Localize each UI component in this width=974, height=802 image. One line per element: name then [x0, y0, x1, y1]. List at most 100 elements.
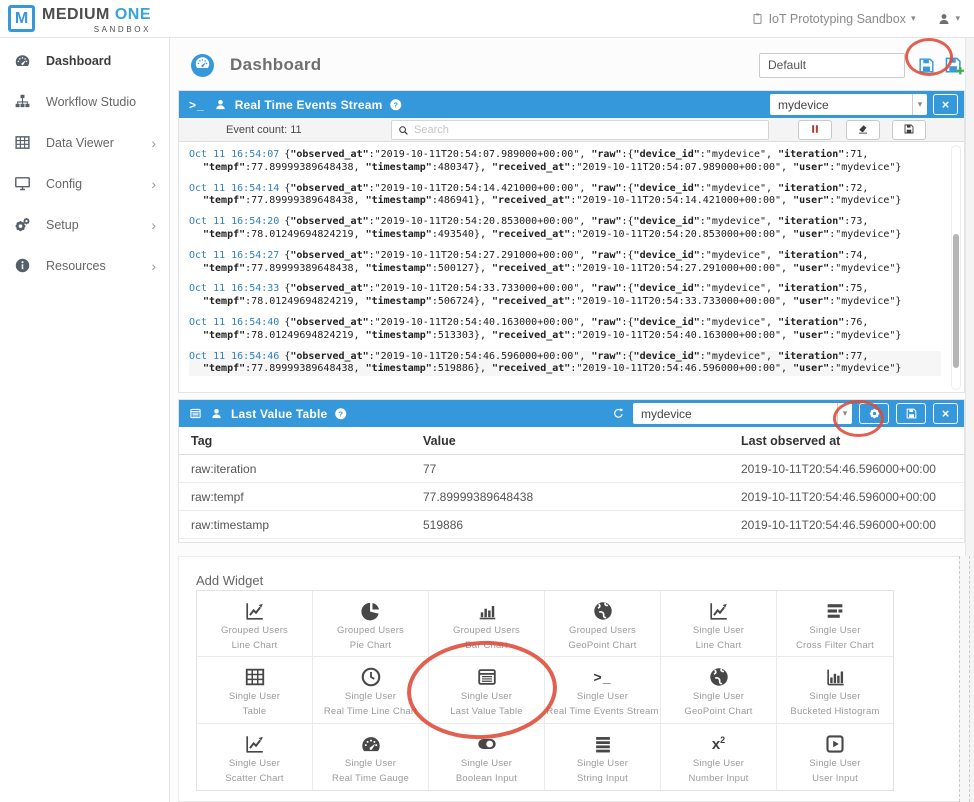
widget-cell-single-user-table[interactable]: Single User Table — [197, 657, 313, 723]
refresh-icon[interactable] — [612, 407, 625, 420]
pause-stream-button[interactable] — [798, 120, 832, 140]
widget-cell-single-user-real-time-gauge[interactable]: Single User Real Time Gauge — [313, 724, 429, 790]
monitor-icon — [14, 175, 32, 192]
brand-logo[interactable]: M MEDIUM ONE SANDBOX — [8, 3, 151, 34]
table-row: raw:tempf 77.89999389648438 2019-10-11T2… — [179, 483, 964, 511]
widget-cell-grouped-users-pie-chart[interactable]: Grouped Users Pie Chart — [313, 591, 429, 657]
last-value-save-button[interactable] — [896, 403, 926, 424]
org-selector-label: IoT Prototyping Sandbox — [769, 12, 906, 26]
column-header-tag: Tag — [191, 434, 423, 448]
widget-cell-group: Single User — [693, 625, 744, 636]
widget-cell-single-user-scatter-chart[interactable]: Single User Scatter Chart — [197, 724, 313, 790]
sidebar-item-label: Workflow Studio — [46, 95, 136, 109]
gauge-icon — [360, 732, 382, 756]
log-scrollbar-track[interactable] — [951, 145, 961, 390]
widget-cell-group: Single User — [229, 691, 280, 702]
widget-cell-name: Real Time Gauge — [332, 773, 409, 784]
last-value-close-button[interactable]: × — [933, 403, 958, 424]
terminal-icon: >_ — [189, 98, 205, 112]
stream-device-select[interactable]: mydevice ▾ — [770, 94, 927, 115]
widget-cell-name: User Input — [812, 773, 858, 784]
play-box-icon — [824, 732, 846, 756]
event-log-entry: Oct 11 16:54:46{"observed_at":"2019-10-1… — [189, 351, 941, 377]
info-icon — [14, 257, 32, 274]
add-widget-title: Add Widget — [196, 573, 263, 588]
widget-cell-single-user-boolean-input[interactable]: Single User Boolean Input — [429, 724, 545, 790]
last-value-device-select[interactable]: mydevice ▾ — [633, 403, 852, 424]
line-chart-icon — [244, 599, 266, 623]
widget-cell-single-user-string-input[interactable]: Single User String Input — [545, 724, 661, 790]
event-timestamp: Oct 11 16:54:27 — [189, 250, 279, 261]
save-as-new-dashboard-button[interactable] — [943, 55, 965, 76]
caret-down-icon: ▾ — [955, 14, 960, 23]
dashboard-name-input[interactable] — [759, 53, 905, 78]
line-chart-icon — [708, 599, 730, 623]
widget-cell-group: Single User — [461, 758, 512, 769]
widget-cell-group: Single User — [577, 691, 628, 702]
clear-stream-button[interactable] — [846, 120, 880, 140]
medium-one-dashboard-page: M MEDIUM ONE SANDBOX IoT Prototyping San… — [0, 0, 974, 802]
sidebar-item-resources[interactable]: Resources › — [0, 245, 169, 286]
logo-m-icon: M — [8, 5, 35, 32]
caret-down-icon: ▾ — [911, 14, 916, 23]
widget-cell-single-user-real-time-events-stream[interactable]: >_ Single User Real Time Events Stream — [545, 657, 661, 723]
dashed-drop-zone — [959, 556, 970, 802]
event-log-entry: Oct 11 16:54:20{"observed_at":"2019-10-1… — [189, 216, 941, 242]
widget-cell-single-user-real-time-line-chart[interactable]: Single User Real Time Line Chart — [313, 657, 429, 723]
gears-icon — [14, 216, 32, 233]
widget-cell-single-user-number-input[interactable]: x2 Single User Number Input — [661, 724, 777, 790]
sidebar-item-label: Setup — [46, 218, 79, 232]
save-dashboard-button[interactable] — [917, 56, 936, 75]
widget-cell-grouped-users-line-chart[interactable]: Grouped Users Line Chart — [197, 591, 313, 657]
user-icon — [937, 12, 951, 26]
stream-toolbar: Event count: 11 — [179, 118, 964, 142]
table-row: raw:timestamp 519886 2019-10-11T20:54:46… — [179, 511, 964, 539]
save-icon — [917, 56, 936, 75]
event-timestamp: Oct 11 16:54:33 — [189, 283, 279, 294]
widget-cell-single-user-bucketed-histogram[interactable]: Single User Bucketed Histogram — [777, 657, 893, 723]
event-log-entry: Oct 11 16:54:14{"observed_at":"2019-10-1… — [189, 183, 941, 209]
globe-icon — [708, 665, 730, 689]
widget-cell-group: Single User — [345, 691, 396, 702]
help-icon[interactable]: ? — [389, 98, 403, 112]
caret-down-icon: ▾ — [837, 403, 852, 424]
add-widget-panel: Add Widget Grouped Users Line Chart Grou… — [178, 556, 965, 802]
widget-cell-name: Boolean Input — [456, 773, 517, 784]
last-observed-cell: 2019-10-11T20:54:46.596000+00:00 — [741, 518, 964, 532]
sidebar-item-config[interactable]: Config › — [0, 163, 169, 204]
sidebar-item-setup[interactable]: Setup › — [0, 204, 169, 245]
event-timestamp: Oct 11 16:54:07 — [189, 149, 279, 160]
help-icon[interactable]: ? — [334, 407, 348, 421]
stream-close-button[interactable]: × — [933, 94, 958, 115]
widget-cell-single-user-line-chart[interactable]: Single User Line Chart — [661, 591, 777, 657]
sidebar-item-data-viewer[interactable]: Data Viewer › — [0, 122, 169, 163]
tag-cell: raw:tempf — [191, 490, 423, 504]
event-log-entry: Oct 11 16:54:40{"observed_at":"2019-10-1… — [189, 317, 941, 343]
widget-cell-single-user-cross-filter-chart[interactable]: Single User Cross Filter Chart — [777, 591, 893, 657]
widget-cell-single-user-last-value-table[interactable]: Single User Last Value Table — [429, 657, 545, 723]
user-menu-dropdown[interactable]: ▾ — [937, 12, 960, 26]
log-scrollbar-thumb[interactable] — [953, 234, 959, 368]
last-value-settings-button[interactable] — [859, 403, 889, 424]
widget-cell-single-user-geopoint-chart[interactable]: Single User GeoPoint Chart — [661, 657, 777, 723]
widget-cell-name: Bucketed Histogram — [790, 706, 879, 717]
save-stream-button[interactable] — [892, 120, 926, 140]
widget-cell-grouped-users-bar-chart[interactable]: Grouped Users Bar Chart — [429, 591, 545, 657]
widget-cell-group: Grouped Users — [221, 625, 288, 636]
sidebar-item-dashboard[interactable]: Dashboard — [0, 40, 169, 81]
clock-icon — [360, 665, 382, 689]
event-json: {"observed_at":"2019-10-11T20:54:46.5960… — [203, 351, 901, 375]
widget-cell-name: GeoPoint Chart — [568, 640, 636, 651]
widget-cell-grouped-users-geopoint-chart[interactable]: Grouped Users GeoPoint Chart — [545, 591, 661, 657]
column-header-last-observed: Last observed at — [741, 434, 964, 448]
stream-search-input[interactable] — [414, 124, 762, 136]
widget-cell-name: Cross Filter Chart — [796, 640, 874, 651]
table-row: raw:iteration 77 2019-10-11T20:54:46.596… — [179, 455, 964, 483]
org-selector-dropdown[interactable]: IoT Prototyping Sandbox ▾ — [751, 12, 916, 26]
column-header-value: Value — [423, 434, 741, 448]
widget-cell-single-user-user-input[interactable]: Single User User Input — [777, 724, 893, 790]
string-lines-icon — [592, 732, 614, 756]
real-time-events-stream-widget: >_ Real Time Events Stream ? mydevice ▾ … — [178, 90, 965, 393]
sidebar-item-workflow-studio[interactable]: Workflow Studio — [0, 81, 169, 122]
stream-widget-header: >_ Real Time Events Stream ? mydevice ▾ … — [179, 91, 964, 118]
